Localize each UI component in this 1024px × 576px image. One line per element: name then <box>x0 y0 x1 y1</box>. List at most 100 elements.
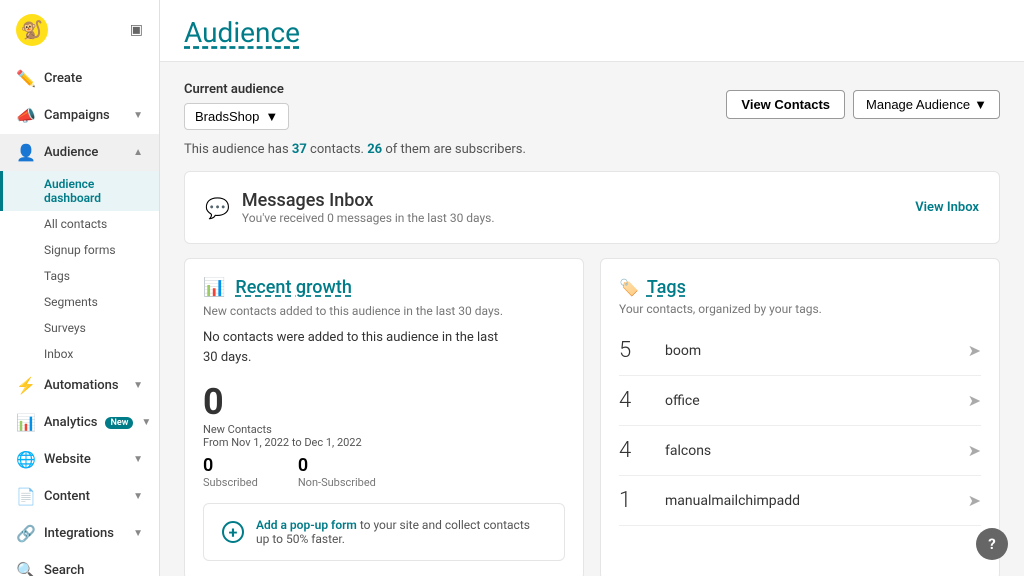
add-popup-form-link[interactable]: Add a pop-up form <box>256 518 357 532</box>
content-icon: 📄 <box>16 487 36 506</box>
sidebar-item-create-label: Create <box>44 71 143 86</box>
sidebar-item-integrations[interactable]: 🔗 Integrations ▼ <box>0 515 159 552</box>
audience-dropdown[interactable]: BradsShop ▼ <box>184 103 289 130</box>
view-inbox-link[interactable]: View Inbox <box>915 200 979 215</box>
tags-icon: 🏷️ <box>619 278 639 297</box>
sidebar-item-integrations-label: Integrations <box>44 526 125 541</box>
inbox-title: Messages Inbox <box>242 190 495 211</box>
search-icon: 🔍 <box>16 561 36 576</box>
recent-growth-card: 📊 Recent growth New contacts added to th… <box>184 258 584 576</box>
sidebar-item-analytics-label: Analytics <box>44 415 98 430</box>
sidebar-item-audience-label: Audience <box>44 145 125 160</box>
sidebar-item-campaigns-label: Campaigns <box>44 108 125 123</box>
view-contacts-button[interactable]: View Contacts <box>726 90 845 119</box>
tags-card: 🏷️ Tags Your contacts, organized by your… <box>600 258 1000 576</box>
popup-form-banner: + Add a pop-up form to your site and col… <box>203 503 565 561</box>
campaigns-chevron: ▼ <box>133 110 143 121</box>
tag-send-icon-manual[interactable]: ➤ <box>968 491 981 510</box>
analytics-new-badge: New <box>105 417 133 429</box>
audience-summary: This audience has 37 contacts. 26 of the… <box>184 142 1000 157</box>
sidebar-item-search[interactable]: 🔍 Search <box>0 552 159 576</box>
website-icon: 🌐 <box>16 450 36 469</box>
sidebar-subitem-signup-forms[interactable]: Signup forms <box>0 237 159 263</box>
sidebar-item-search-label: Search <box>44 563 143 576</box>
tag-row-boom: 5 boom ➤ <box>619 326 981 376</box>
recent-growth-title[interactable]: Recent growth <box>235 277 351 298</box>
subscribed-stat: 0 Subscribed <box>203 455 258 489</box>
create-icon: ✏️ <box>16 69 36 88</box>
sidebar-item-audience[interactable]: 👤 Audience ▲ <box>0 134 159 171</box>
inbox-card-left: 💬 Messages Inbox You've received 0 messa… <box>205 190 495 225</box>
recent-growth-subtitle: New contacts added to this audience in t… <box>203 304 565 318</box>
sidebar-subitem-tags[interactable]: Tags <box>0 263 159 289</box>
tag-count-boom: 5 <box>619 338 649 363</box>
sidebar-item-content-label: Content <box>44 489 125 504</box>
analytics-icon: 📊 <box>16 413 36 432</box>
messages-icon: 💬 <box>205 196 230 220</box>
tags-title[interactable]: Tags <box>647 277 686 298</box>
growth-chart-icon: 📊 <box>203 277 225 298</box>
tag-count-falcons: 4 <box>619 438 649 463</box>
recent-growth-header: 📊 Recent growth <box>203 277 565 298</box>
help-button[interactable]: ? <box>976 528 1008 560</box>
sidebar-item-create[interactable]: ✏️ Create <box>0 60 159 97</box>
new-contacts-count: 0 <box>203 381 565 423</box>
tag-row-office: 4 office ➤ <box>619 376 981 426</box>
audience-icon: 👤 <box>16 143 36 162</box>
sidebar-item-automations-label: Automations <box>44 378 125 393</box>
sidebar-subitem-audience-dashboard[interactable]: Audience dashboard <box>0 171 159 211</box>
date-range-label: From Nov 1, 2022 to Dec 1, 2022 <box>203 436 565 449</box>
tag-send-icon-falcons[interactable]: ➤ <box>968 441 981 460</box>
sidebar-item-automations[interactable]: ⚡ Automations ▼ <box>0 367 159 404</box>
tag-send-icon-boom[interactable]: ➤ <box>968 341 981 360</box>
sidebar-navigation: ✏️ Create 📣 Campaigns ▼ 👤 Audience ▲ Aud… <box>0 60 159 576</box>
sidebar-item-content[interactable]: 📄 Content ▼ <box>0 478 159 515</box>
content-chevron: ▼ <box>133 491 143 502</box>
tag-count-office: 4 <box>619 388 649 413</box>
popup-plus-icon[interactable]: + <box>222 521 244 543</box>
campaigns-icon: 📣 <box>16 106 36 125</box>
manage-audience-button[interactable]: Manage Audience ▼ <box>853 90 1000 119</box>
automations-icon: ⚡ <box>16 376 36 395</box>
sidebar-subitem-inbox[interactable]: Inbox <box>0 341 159 367</box>
messages-inbox-card: 💬 Messages Inbox You've received 0 messa… <box>184 171 1000 244</box>
inbox-card-text: Messages Inbox You've received 0 message… <box>242 190 495 225</box>
tag-name-boom: boom <box>649 343 968 359</box>
integrations-chevron: ▼ <box>133 528 143 539</box>
no-contacts-message: No contacts were added to this audience … <box>203 328 565 367</box>
tags-card-header: 🏷️ Tags <box>619 277 981 298</box>
integrations-icon: 🔗 <box>16 524 36 543</box>
sidebar-subitem-segments[interactable]: Segments <box>0 289 159 315</box>
main-content: Audience Current audience BradsShop ▼ Vi… <box>160 0 1024 576</box>
website-chevron: ▼ <box>133 454 143 465</box>
sidebar-subitem-surveys[interactable]: Surveys <box>0 315 159 341</box>
sidebar: 🐒 ▣ ✏️ Create 📣 Campaigns ▼ 👤 Audience ▲… <box>0 0 160 576</box>
current-audience-label: Current audience BradsShop ▼ <box>184 78 289 130</box>
manage-chevron-icon: ▼ <box>974 97 987 112</box>
mailchimp-logo[interactable]: 🐒 <box>16 14 48 46</box>
page-header: Audience <box>160 0 1024 62</box>
tag-count-manual: 1 <box>619 488 649 513</box>
tag-name-falcons: falcons <box>649 443 968 459</box>
automations-chevron: ▼ <box>133 380 143 391</box>
sidebar-item-website[interactable]: 🌐 Website ▼ <box>0 441 159 478</box>
sidebar-toggle-icon[interactable]: ▣ <box>130 22 143 38</box>
two-column-cards: 📊 Recent growth New contacts added to th… <box>184 258 1000 576</box>
tag-name-manual: manualmailchimpadd <box>649 493 968 509</box>
sidebar-item-campaigns[interactable]: 📣 Campaigns ▼ <box>0 97 159 134</box>
page-title: Audience <box>184 16 1000 49</box>
tags-subtitle: Your contacts, organized by your tags. <box>619 302 981 316</box>
sidebar-logo-area: 🐒 ▣ <box>0 0 159 60</box>
sidebar-item-analytics[interactable]: 📊 Analytics New ▼ <box>0 404 159 441</box>
tag-row-falcons: 4 falcons ➤ <box>619 426 981 476</box>
sidebar-item-website-label: Website <box>44 452 125 467</box>
inbox-subtitle: You've received 0 messages in the last 3… <box>242 211 495 225</box>
audience-action-buttons: View Contacts Manage Audience ▼ <box>726 90 1000 119</box>
growth-stats-row: 0 Subscribed 0 Non-Subscribed <box>203 455 565 489</box>
main-body: Current audience BradsShop ▼ View Contac… <box>160 62 1024 576</box>
nonsubscribed-stat: 0 Non-Subscribed <box>298 455 376 489</box>
tag-name-office: office <box>649 393 968 409</box>
analytics-chevron: ▼ <box>141 417 151 428</box>
sidebar-subitem-all-contacts[interactable]: All contacts <box>0 211 159 237</box>
tag-send-icon-office[interactable]: ➤ <box>968 391 981 410</box>
